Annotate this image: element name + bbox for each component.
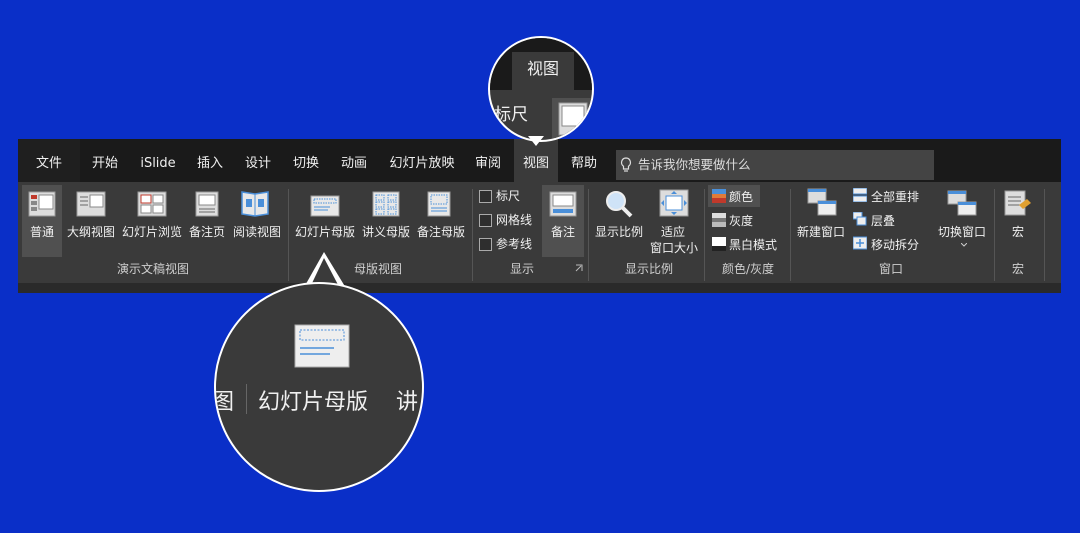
notes-icon [549, 191, 577, 217]
fit-to-window-label-2: 窗口大小 [649, 241, 698, 255]
notes-button[interactable]: 备注 [542, 223, 584, 240]
move-split-button[interactable]: 移动拆分 [871, 236, 919, 253]
normal-view-icon [28, 191, 56, 217]
slide-sorter-button[interactable]: 幻灯片浏览 [120, 223, 184, 240]
group-separator [288, 189, 289, 281]
zoom-magnifier-icon [606, 191, 633, 218]
magnifier-slide-master-label: 幻灯片母版 [258, 390, 369, 415]
group-separator [1044, 189, 1045, 281]
tab-slideshow[interactable]: 幻灯片放映 [384, 139, 460, 182]
guides-label: 参考线 [496, 237, 533, 251]
magnifier-ruler-partial: 标尺 [494, 105, 528, 125]
cascade-button[interactable]: 层叠 [871, 212, 895, 229]
tab-help[interactable]: 帮助 [564, 139, 604, 182]
magnifier-slide-master-icon [294, 324, 350, 368]
arrange-all-button[interactable]: 全部重排 [871, 188, 919, 205]
ruler-label: 标尺 [496, 189, 521, 203]
color-button[interactable]: 颜色 [729, 188, 753, 205]
gridlines-checkbox[interactable] [479, 214, 492, 227]
new-window-icon [807, 188, 837, 216]
group-label-presentation-views: 演示文稿视图 [116, 262, 189, 276]
magnifier-left-partial: 图 [214, 390, 235, 415]
tab-home[interactable]: 开始 [86, 139, 124, 182]
macros-icon [1004, 190, 1031, 216]
tab-design[interactable]: 设计 [238, 139, 278, 182]
notes-master-button[interactable]: 备注母版 [414, 223, 468, 240]
tab-animations[interactable]: 动画 [334, 139, 374, 182]
magnifier-view-tab: 视图 标尺 [488, 36, 594, 142]
lightbulb-icon [620, 157, 632, 172]
tell-me-search[interactable]: 告诉我你想要做什么 [616, 150, 934, 180]
move-split-icon [853, 236, 867, 250]
tell-me-text: 告诉我你想要做什么 [638, 157, 751, 172]
outline-view-icon [76, 191, 106, 217]
arrange-all-icon [853, 188, 867, 202]
group-label-color: 颜色/灰度 [721, 262, 775, 276]
group-separator [588, 189, 589, 281]
notes-page-button[interactable]: 备注页 [186, 223, 228, 240]
grayscale-button[interactable]: 灰度 [729, 212, 753, 229]
group-separator [994, 189, 995, 281]
chevron-down-icon[interactable] [961, 243, 967, 247]
tab-review[interactable]: 审阅 [468, 139, 508, 182]
group-separator [472, 189, 473, 281]
ruler-checkbox[interactable] [479, 190, 492, 203]
switch-windows-button[interactable]: 切换窗口 [934, 223, 990, 240]
guides-checkbox[interactable] [479, 238, 492, 251]
slide-sorter-icon [137, 191, 167, 217]
magnifier-slide-master: 图 幻灯片母版 讲 [214, 282, 424, 492]
magnifier-notes-icon [558, 102, 588, 136]
group-separator [704, 189, 705, 281]
grayscale-icon [712, 213, 726, 227]
dialog-launcher-icon[interactable] [575, 264, 583, 272]
gridlines-label: 网格线 [496, 213, 533, 227]
new-window-button[interactable]: 新建窗口 [794, 223, 848, 240]
tab-insert[interactable]: 插入 [190, 139, 230, 182]
normal-view-button[interactable]: 普通 [22, 223, 62, 240]
handout-master-icon [372, 191, 400, 217]
black-white-button[interactable]: 黑白模式 [729, 236, 777, 253]
magnifier-pointer-top [528, 136, 544, 146]
fit-to-window-icon [659, 189, 689, 217]
reading-view-icon [241, 191, 269, 217]
color-swatch-icon [712, 189, 726, 203]
tab-islide[interactable]: iSlide [134, 139, 182, 182]
switch-windows-icon [947, 190, 977, 216]
group-label-show: 显示 [509, 262, 534, 276]
magnifier-right-partial: 讲 [396, 390, 419, 415]
black-white-icon [712, 237, 726, 251]
fit-to-window-button[interactable]: 适应 [648, 223, 698, 240]
tab-file[interactable]: 文件 [18, 139, 80, 182]
slide-master-icon [310, 195, 340, 217]
group-label-macros: 宏 [1011, 262, 1024, 276]
magnifier-view-tab-label: 视图 [512, 52, 574, 90]
cascade-icon [853, 212, 867, 226]
group-separator [790, 189, 791, 281]
macros-button[interactable]: 宏 [998, 223, 1038, 240]
reading-view-button[interactable]: 阅读视图 [230, 223, 284, 240]
slide-master-button[interactable]: 幻灯片母版 [290, 223, 360, 240]
tab-transitions[interactable]: 切换 [286, 139, 326, 182]
group-label-zoom: 显示比例 [624, 262, 673, 276]
notes-master-icon [427, 191, 451, 217]
zoom-button[interactable]: 显示比例 [592, 223, 646, 240]
handout-master-button[interactable]: 讲义母版 [360, 223, 412, 240]
outline-view-button[interactable]: 大纲视图 [64, 223, 118, 240]
ribbon: 文件 开始 iSlide 插入 设计 切换 动画 幻灯片放映 审阅 视图 帮助 … [18, 139, 1061, 293]
magnifier-separator [246, 384, 247, 414]
quick-access-toolbar [18, 283, 1061, 293]
notes-page-icon [195, 191, 219, 217]
group-label-window: 窗口 [878, 262, 903, 276]
